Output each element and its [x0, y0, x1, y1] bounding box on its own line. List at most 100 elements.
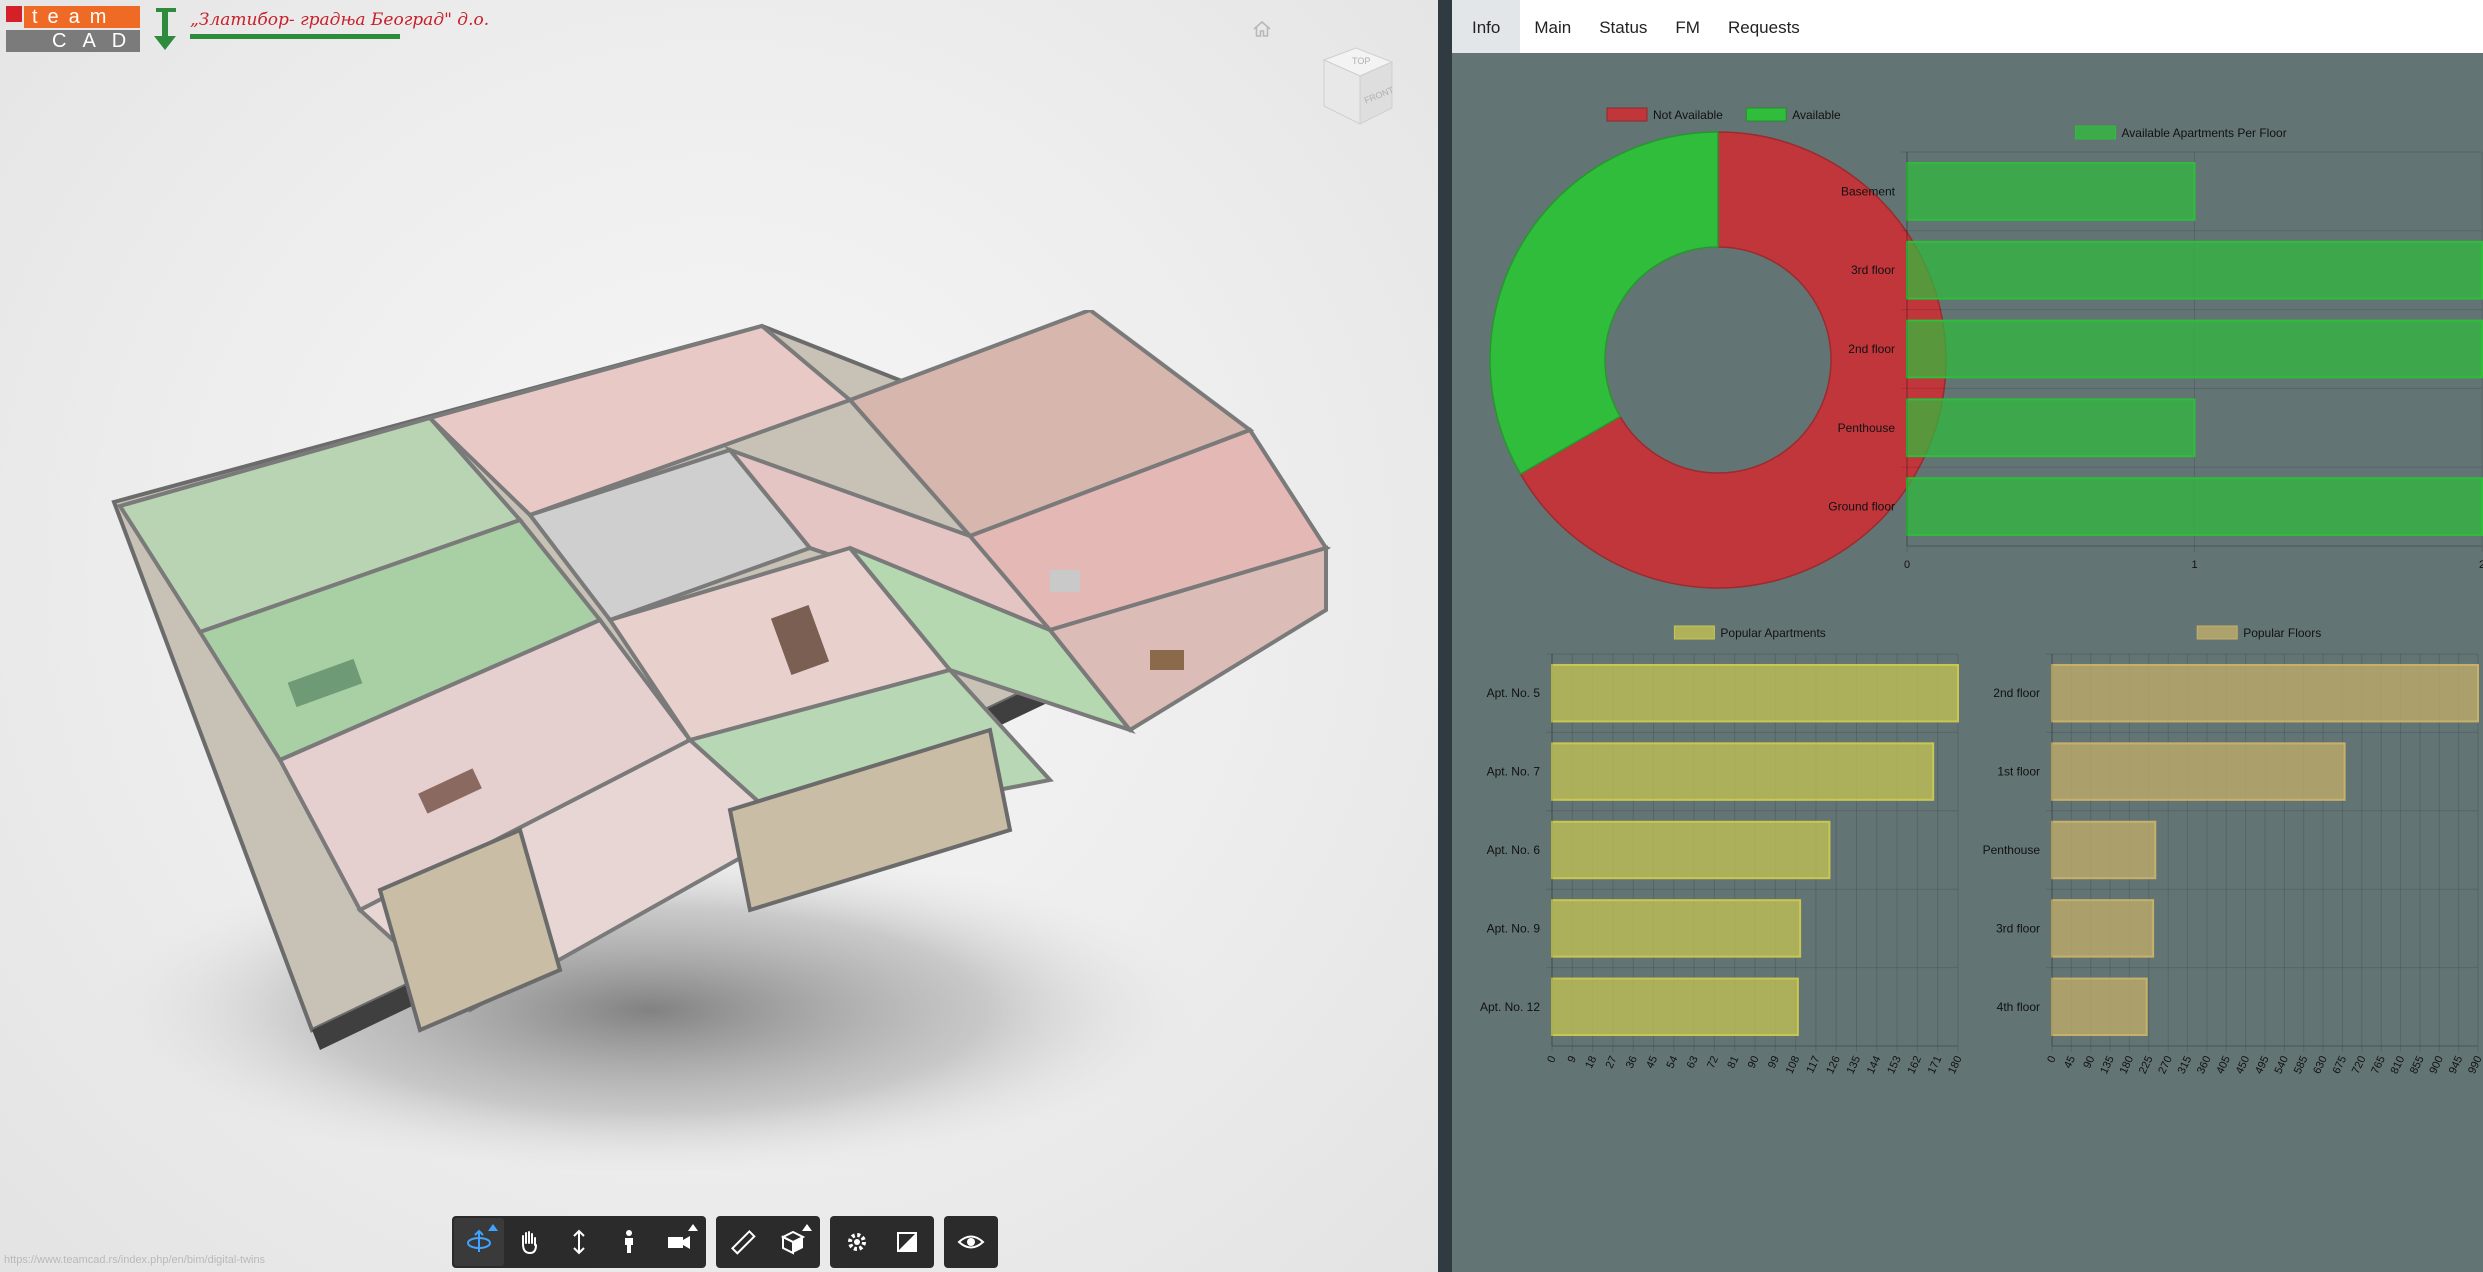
pan-button[interactable]: [504, 1218, 554, 1266]
visibility-button[interactable]: [946, 1218, 996, 1266]
camera-button[interactable]: [654, 1218, 704, 1266]
popular-apartments-chart: Popular Apartments 0 9 18 27 36 45 54 63 72 81 90 99…: [1480, 625, 1965, 1076]
x-tick-label: 855: [2408, 1054, 2427, 1076]
x-tick-label: 225: [2137, 1054, 2156, 1076]
bar-apt-no-7: [1551, 742, 1935, 801]
category-label: Apt. No. 7: [1487, 765, 1541, 779]
x-tick-label: 90: [1746, 1054, 1762, 1070]
first-person-icon: [625, 1230, 633, 1253]
first-person-button[interactable]: [604, 1218, 654, 1266]
doughnut-slice-available: [1489, 131, 1719, 476]
x-tick-label: 99: [1766, 1054, 1782, 1070]
tab-requests[interactable]: Requests: [1714, 0, 1814, 53]
x-tick-label: 900: [2427, 1054, 2446, 1076]
logo-area: team CAD „Златибор- градња Београд" д.о.: [6, 6, 489, 54]
orbit-button[interactable]: [454, 1218, 504, 1266]
visibility-tool-group: [944, 1216, 998, 1268]
x-tick-label: 360: [2195, 1054, 2214, 1076]
x-tick-label: 720: [2350, 1054, 2369, 1076]
tab-main[interactable]: Main: [1520, 0, 1585, 53]
x-tick-label: 180: [1946, 1054, 1965, 1076]
measure-icon: [730, 1229, 756, 1255]
x-tick-label: 153: [1885, 1054, 1904, 1076]
category-label: 4th floor: [1997, 1000, 2040, 1014]
apartments-per-floor-chart: Available Apartments Per Floor 0 1 2 Basemen…: [1828, 125, 2483, 571]
client-logo[interactable]: „Златибор- градња Београд" д.о.: [150, 6, 489, 54]
category-label: Penthouse: [1983, 843, 2041, 857]
bar-apt-no-12: [1551, 977, 1799, 1037]
x-tick-label: 495: [2253, 1054, 2272, 1076]
x-tick-label: 117: [1804, 1054, 1822, 1075]
legend-swatch-not-available: [1606, 107, 1648, 122]
category-label: Ground floor: [1828, 500, 1895, 514]
panel-divider[interactable]: [1438, 0, 1452, 1272]
visibility-icon: [957, 1235, 985, 1249]
viewer-toolbar: [452, 1216, 998, 1268]
bar-apt-no-6: [1551, 820, 1831, 880]
bar-penthouse: [2051, 820, 2157, 880]
measure-tool-group: [716, 1216, 820, 1268]
bar-basement: [1906, 162, 2196, 221]
measure-button[interactable]: [718, 1218, 768, 1266]
legend-swatch-available: [1745, 107, 1787, 122]
x-tick-label: 450: [2234, 1054, 2253, 1076]
building-3d-model[interactable]: [90, 310, 1350, 1170]
category-label: Apt. No. 6: [1487, 843, 1541, 857]
panel-tabs: Info Main Status FM Requests: [1452, 0, 2483, 53]
x-tick-label: 630: [2311, 1054, 2330, 1076]
bar-penthouse: [1906, 398, 2196, 458]
model-viewer[interactable]: team CAD „Златибор- градња Београд" д.о.…: [0, 0, 1438, 1272]
logo-word-cad: CAD: [6, 30, 140, 52]
zoom-button[interactable]: [554, 1218, 604, 1266]
bar-apt-no-5: [1551, 663, 1959, 723]
category-label: 2nd floor: [1993, 686, 2040, 700]
section-button[interactable]: [768, 1218, 818, 1266]
legend-swatch: [1673, 625, 1715, 640]
section-submenu-indicator: [802, 1224, 812, 1231]
x-tick-label: 540: [2272, 1054, 2291, 1076]
x-tick-label: 27: [1604, 1054, 1620, 1070]
navigation-tool-group: [452, 1216, 706, 1268]
legend-label: Available Apartments Per Floor: [2122, 126, 2287, 140]
bar-2nd-floor: [1906, 319, 2483, 379]
section-icon: [780, 1230, 806, 1255]
camera-submenu-indicator: [688, 1224, 698, 1231]
x-tick-label: 45: [1644, 1054, 1660, 1070]
settings-button[interactable]: [832, 1218, 882, 1266]
bar-3rd-floor: [2051, 899, 2155, 958]
tab-status[interactable]: Status: [1585, 0, 1661, 53]
bar-ground-floor: [1906, 477, 2483, 536]
x-tick-label: 9: [1566, 1054, 1579, 1065]
x-tick-label: 990: [2466, 1054, 2483, 1076]
client-logo-text: „Златибор- градња Београд" д.о.: [190, 10, 490, 30]
pan-icon: [522, 1231, 537, 1255]
home-icon[interactable]: [1252, 19, 1272, 39]
category-label: 1st floor: [1997, 765, 2040, 779]
x-tick-label: 1: [2191, 559, 2197, 571]
category-label: Apt. No. 9: [1487, 921, 1541, 935]
settings-icon: [848, 1233, 866, 1251]
info-panel: Info Main Status FM Requests Not Availab…: [1452, 0, 2483, 1272]
legend-label: Popular Floors: [2243, 626, 2321, 640]
x-tick-label: 126: [1824, 1054, 1843, 1076]
fullscreen-button[interactable]: [882, 1218, 932, 1266]
x-tick-label: 585: [2292, 1054, 2311, 1076]
view-cube[interactable]: TOP FRONT: [1318, 44, 1398, 132]
client-arrow-icon: [154, 8, 176, 50]
settings-tool-group: [830, 1216, 934, 1268]
availability-doughnut-chart: Not Available Available: [1489, 107, 1947, 589]
legend-label-not-available: Not Available: [1653, 108, 1723, 122]
camera-icon: [668, 1236, 690, 1249]
x-tick-label: 144: [1865, 1054, 1884, 1076]
x-tick-label: 18: [1583, 1054, 1599, 1070]
category-label: 2nd floor: [1848, 342, 1895, 356]
x-tick-label: 405: [2214, 1054, 2233, 1076]
x-tick-label: 162: [1905, 1054, 1924, 1076]
teamcad-logo[interactable]: team CAD: [6, 6, 140, 52]
status-url: https://www.teamcad.rs/index.php/en/bim/…: [4, 1254, 266, 1266]
bar-4th-floor: [2051, 977, 2148, 1037]
x-tick-label: 945: [2447, 1054, 2466, 1076]
tab-info[interactable]: Info: [1452, 0, 1521, 53]
client-logo-underline: [190, 34, 400, 39]
tab-fm[interactable]: FM: [1661, 0, 1714, 53]
